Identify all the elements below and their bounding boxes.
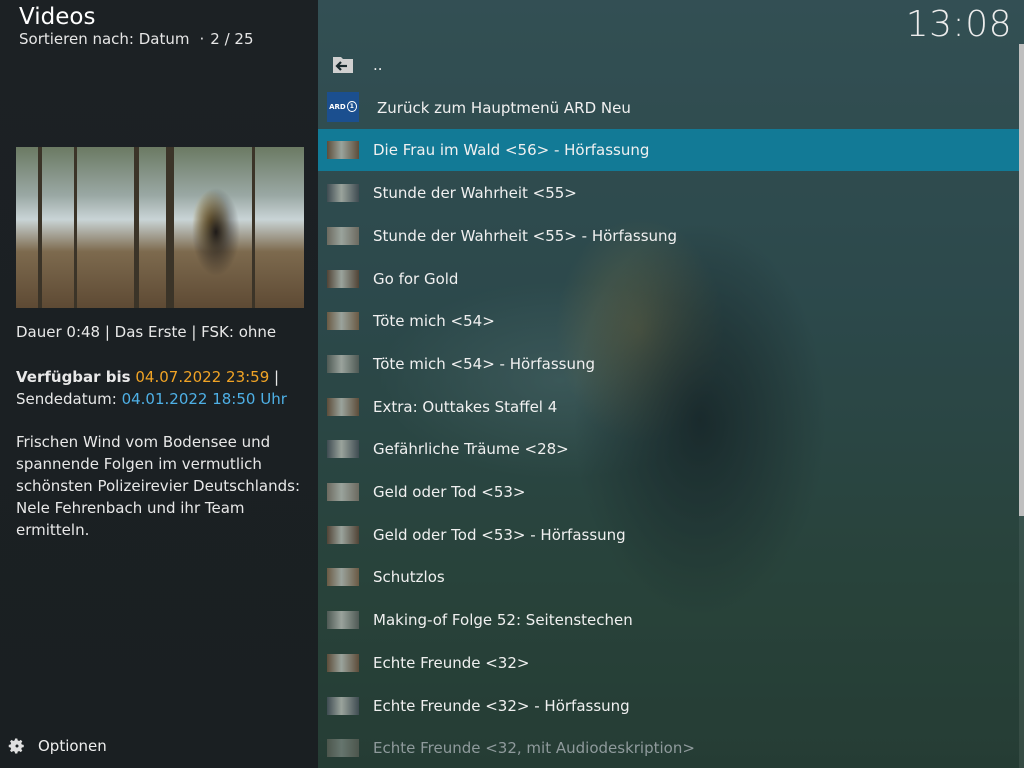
thumbnail-icon <box>327 397 359 416</box>
thumbnail-icon <box>327 354 359 373</box>
list-item[interactable]: Stunde der Wahrheit <55> - Hörfassung <box>318 215 1019 257</box>
list-item-label: Töte mich <54> - Hörfassung <box>373 354 595 373</box>
list-item-label: Zurück zum Hauptmenü ARD Neu <box>377 98 631 117</box>
available-date: 04.07.2022 23:59 <box>135 368 270 386</box>
thumbnail-icon <box>327 312 359 331</box>
list-item-label: Stunde der Wahrheit <55> - Hörfassung <box>373 226 678 245</box>
thumbnail-icon <box>327 440 359 459</box>
list-item[interactable]: Echte Freunde <32> <box>318 642 1019 684</box>
thumbnail-icon <box>327 568 359 587</box>
list-item[interactable]: ARD 1 Zurück zum Hauptmenü ARD Neu <box>318 87 1019 129</box>
availability-block: Verfügbar bis 04.07.2022 23:59 | Sendeda… <box>16 366 287 410</box>
list-item-label: Töte mich <54> <box>373 312 495 331</box>
plot-description: Frischen Wind vom Bodensee und spannende… <box>16 433 301 539</box>
list-item-label: Echte Freunde <32> - Hörfassung <box>373 696 630 715</box>
list-item[interactable]: Gefährliche Träume <28> <box>318 428 1019 470</box>
list-item[interactable]: Extra: Outtakes Staffel 4 <box>318 386 1019 428</box>
list-item-label: Geld oder Tod <53> <box>373 483 526 501</box>
list-item-label: Echte Freunde <32> <box>373 653 530 672</box>
thumbnail-icon <box>327 696 359 715</box>
options-button[interactable]: Optionen <box>8 737 107 755</box>
selected-item-thumbnail <box>16 147 304 308</box>
list-item-label: Extra: Outtakes Staffel 4 <box>373 397 558 416</box>
available-label: Verfügbar bis <box>16 368 131 386</box>
list-item-label: Stunde der Wahrheit <55> <box>373 184 577 203</box>
list-item[interactable]: Stunde der Wahrheit <55> <box>318 172 1019 214</box>
list-item[interactable]: Geld oder Tod <53> - Hörfassung <box>318 514 1019 556</box>
list-item[interactable]: Töte mich <54> - Hörfassung <box>318 343 1019 385</box>
clock: 13:08 <box>905 4 1012 45</box>
thumbnail-icon <box>327 269 359 288</box>
list-item-label: Echte Freunde <32, mit Audiodeskription> <box>373 739 695 758</box>
meta-line: Dauer 0:48 | Das Erste | FSK: ohne <box>16 323 277 341</box>
list-item-label: Geld oder Tod <53> - Hörfassung <box>373 525 626 544</box>
thumbnail-icon <box>327 739 359 758</box>
video-list: .. ARD 1 Zurück zum Hauptmenü ARD Neu Die Fr… <box>318 44 1019 768</box>
list-item[interactable]: Echte Freunde <32> - Hörfassung <box>318 685 1019 727</box>
available-separator: | <box>274 368 280 386</box>
list-item[interactable]: Schutzlos <box>318 556 1019 598</box>
folder-back-icon <box>333 57 353 73</box>
thumbnail-icon <box>327 184 359 203</box>
list-item-label: Go for Gold <box>373 269 459 288</box>
info-panel: Videos Sortieren nach: Datum · 2 / 25 Daue… <box>0 0 318 768</box>
gear-icon <box>8 738 24 754</box>
list-item[interactable]: Die Frau im Wald <56> - Hörfassung <box>318 129 1019 172</box>
ard-logo-icon: ARD 1 <box>327 91 359 122</box>
list-item-label: Schutzlos <box>373 568 445 587</box>
list-item-label: .. <box>373 56 383 74</box>
list-item[interactable]: Töte mich <54> <box>318 300 1019 342</box>
scrollbar-thumb[interactable] <box>1019 44 1024 516</box>
broadcast-date: 04.01.2022 18:50 Uhr <box>121 390 287 408</box>
list-item[interactable]: Geld oder Tod <53> <box>318 471 1019 513</box>
thumbnail-icon <box>327 141 359 160</box>
list-item[interactable]: .. <box>318 44 1019 86</box>
thumbnail-icon <box>327 653 359 672</box>
thumbnail-icon <box>327 525 359 544</box>
list-item-label: Die Frau im Wald <56> - Hörfassung <box>373 141 650 160</box>
thumbnail-icon <box>327 483 359 501</box>
options-label: Optionen <box>38 737 107 755</box>
sort-status: Sortieren nach: Datum · 2 / 25 <box>19 30 254 48</box>
item-position: 2 / 25 <box>210 30 254 48</box>
broadcast-label: Sendedatum: <box>16 390 117 408</box>
thumbnail-icon <box>327 226 359 245</box>
thumbnail-icon <box>327 611 359 630</box>
list-item[interactable]: Making-of Folge 52: Seitenstechen <box>318 599 1019 641</box>
list-item-label: Making-of Folge 52: Seitenstechen <box>373 611 633 630</box>
page-title: Videos <box>19 4 96 30</box>
list-item[interactable]: Go for Gold <box>318 258 1019 300</box>
list-item[interactable]: Echte Freunde <32, mit Audiodeskription> <box>318 727 1019 768</box>
sort-label[interactable]: Sortieren nach: Datum <box>19 30 190 48</box>
list-item-label: Gefährliche Träume <28> <box>373 440 569 459</box>
